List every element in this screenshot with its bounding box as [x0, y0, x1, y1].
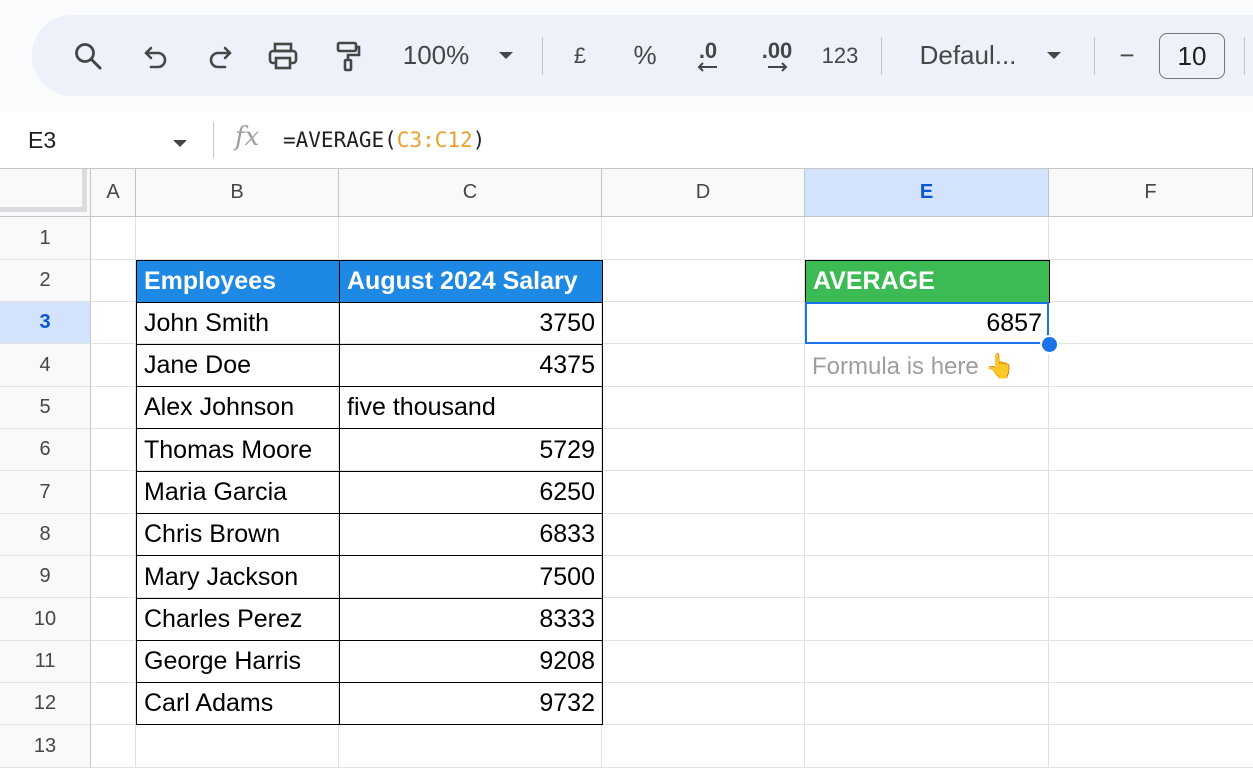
more-formats-button[interactable]: 123 — [818, 15, 862, 96]
table-cell-salary[interactable]: 9208 — [339, 640, 603, 683]
toolbar: 100% £ % .0 .00 123 Defaul... − 10 — [32, 15, 1253, 96]
column-header-d[interactable]: D — [602, 169, 805, 217]
toolbar-divider — [881, 37, 882, 75]
toolbar-divider — [1244, 37, 1245, 75]
freeze-row-handle[interactable] — [0, 207, 84, 212]
decrease-font-size-button[interactable]: − — [1112, 15, 1142, 96]
select-all-corner[interactable] — [0, 169, 91, 217]
table-cell-name[interactable]: George Harris — [136, 640, 340, 683]
formula-range-ref: C3:C12 — [396, 128, 473, 152]
table-cell-salary[interactable]: 5729 — [339, 428, 603, 472]
zoom-value: 100% — [402, 40, 470, 70]
print-icon[interactable] — [263, 15, 303, 96]
table-cell-name[interactable]: Jane Doe — [136, 344, 340, 387]
row-header-5[interactable]: 5 — [0, 387, 91, 429]
currency-format-button[interactable]: £ — [564, 15, 596, 96]
name-box-dropdown-icon[interactable] — [172, 136, 188, 154]
zoom-dropdown-icon[interactable] — [494, 15, 518, 96]
column-header-f[interactable]: F — [1049, 169, 1253, 217]
table-cell-salary[interactable]: 3750 — [339, 302, 603, 345]
table-header-employees[interactable]: Employees — [136, 260, 340, 303]
search-menus-icon[interactable] — [68, 15, 108, 96]
formula-bar: E3 fx =AVERAGE(C3:C12) — [0, 112, 1253, 169]
row-header-1[interactable]: 1 — [0, 217, 91, 260]
decrease-decimal-button[interactable]: .0 — [684, 15, 732, 96]
table-cell-name[interactable]: Maria Garcia — [136, 471, 340, 514]
row-header-7[interactable]: 7 — [0, 471, 91, 514]
redo-icon[interactable] — [200, 15, 240, 96]
active-cell-selection — [805, 302, 1049, 344]
font-select[interactable]: Defaul... — [910, 15, 1026, 96]
freeze-col-handle[interactable] — [82, 169, 87, 212]
formula-input[interactable]: =AVERAGE(C3:C12) — [283, 112, 485, 168]
arrow-right-icon — [768, 61, 788, 72]
row-header-6[interactable]: 6 — [0, 429, 91, 471]
row-header-13[interactable]: 13 — [0, 725, 91, 768]
fx-icon: fx — [235, 122, 260, 152]
table-cell-name[interactable]: Charles Perez — [136, 598, 340, 641]
toolbar-area: 100% £ % .0 .00 123 Defaul... − 10 — [0, 0, 1253, 112]
arrow-left-icon — [697, 61, 717, 72]
paint-format-icon[interactable] — [328, 15, 368, 96]
percent-format-button[interactable]: % — [628, 15, 662, 96]
average-label-cell[interactable]: AVERAGE — [805, 260, 1050, 303]
table-cell-name[interactable]: Chris Brown — [136, 513, 340, 556]
table-cell-salary[interactable]: 6833 — [339, 513, 603, 556]
row-header-11[interactable]: 11 — [0, 641, 91, 683]
table-cell-salary[interactable]: 8333 — [339, 598, 603, 641]
column-header-a[interactable]: A — [91, 169, 136, 217]
toolbar-divider — [1094, 37, 1095, 75]
column-header-b[interactable]: B — [136, 169, 339, 217]
increase-decimal-button[interactable]: .00 — [750, 15, 804, 96]
table-cell-name[interactable]: Thomas Moore — [136, 428, 340, 472]
name-box[interactable]: E3 — [28, 112, 56, 168]
row-header-3[interactable]: 3 — [0, 302, 91, 344]
toolbar-divider — [542, 37, 543, 75]
row-header-12[interactable]: 12 — [0, 683, 91, 725]
row-header-9[interactable]: 9 — [0, 556, 91, 598]
table-cell-salary[interactable]: 7500 — [339, 555, 603, 599]
table-cell-name[interactable]: Carl Adams — [136, 682, 340, 725]
table-cell-salary[interactable]: 6250 — [339, 471, 603, 514]
table-cell-salary[interactable]: five thousand — [339, 386, 603, 429]
table-cell-salary[interactable]: 9732 — [339, 682, 603, 725]
row-header-10[interactable]: 10 — [0, 598, 91, 641]
column-header-c[interactable]: C — [339, 169, 602, 217]
table-cell-salary[interactable]: 4375 — [339, 344, 603, 387]
formula-bar-divider — [213, 122, 214, 158]
font-dropdown-icon[interactable] — [1042, 15, 1066, 96]
table-header-salary[interactable]: August 2024 Salary — [339, 260, 603, 303]
font-size-input[interactable]: 10 — [1159, 33, 1225, 79]
formula-note-cell[interactable]: Formula is here 👆 — [805, 345, 1049, 387]
table-cell-name[interactable]: John Smith — [136, 302, 340, 345]
row-header-4[interactable]: 4 — [0, 344, 91, 387]
table-cell-name[interactable]: Mary Jackson — [136, 555, 340, 599]
row-header-2[interactable]: 2 — [0, 260, 91, 302]
undo-icon[interactable] — [136, 15, 176, 96]
zoom-select[interactable]: 100% — [396, 15, 476, 96]
row-header-8[interactable]: 8 — [0, 514, 91, 556]
table-cell-name[interactable]: Alex Johnson — [136, 386, 340, 429]
column-header-e[interactable]: E — [805, 169, 1049, 217]
